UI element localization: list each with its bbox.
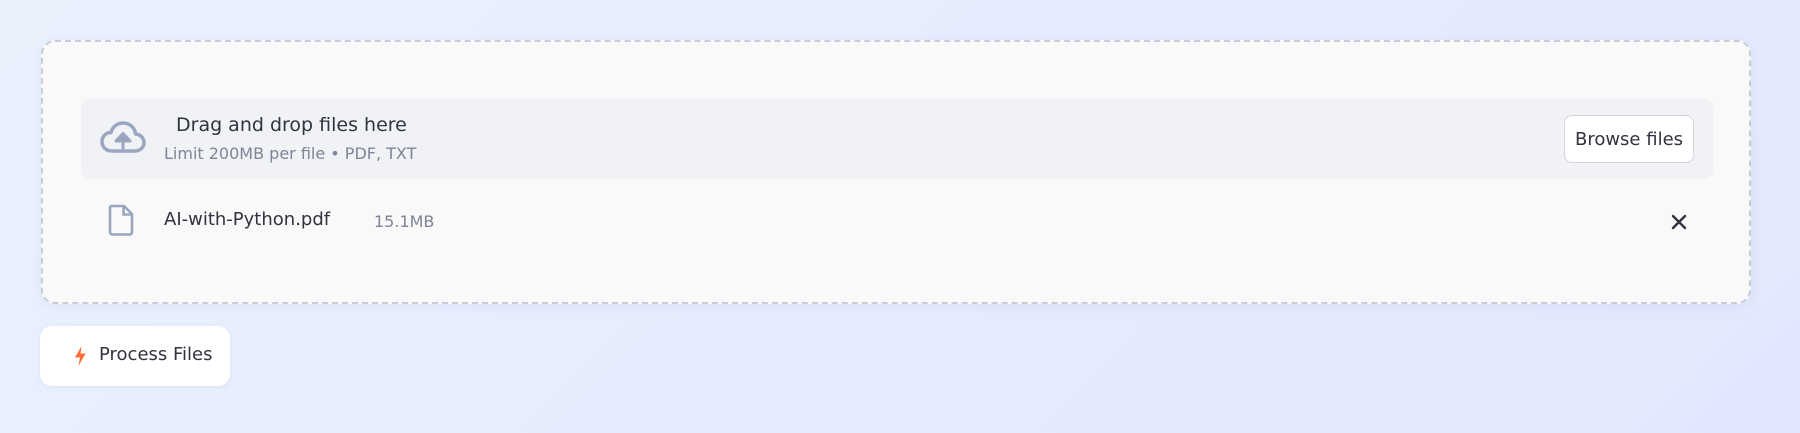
dropzone-limit-text: Limit 200MB per file • PDF, TXT — [164, 144, 417, 163]
file-name: AI-with-Python.pdf — [164, 209, 331, 230]
file-uploader: Drag and drop files here Limit 200MB per… — [41, 40, 1751, 304]
uploaded-file-item: AI-with-Python.pdf 15.1MB — [81, 197, 1713, 247]
close-icon — [1671, 214, 1687, 230]
lightning-icon — [75, 346, 86, 366]
remove-file-button[interactable] — [1665, 208, 1693, 236]
browse-files-button[interactable]: Browse files — [1564, 115, 1694, 163]
dropzone-title: Drag and drop files here — [176, 114, 407, 136]
dropzone[interactable]: Drag and drop files here Limit 200MB per… — [81, 99, 1713, 179]
process-files-button[interactable]: Process Files — [40, 326, 230, 386]
file-icon — [108, 204, 134, 236]
file-size: 15.1MB — [374, 212, 435, 231]
process-files-label: Process Files — [99, 344, 213, 365]
cloud-upload-icon — [100, 121, 146, 153]
